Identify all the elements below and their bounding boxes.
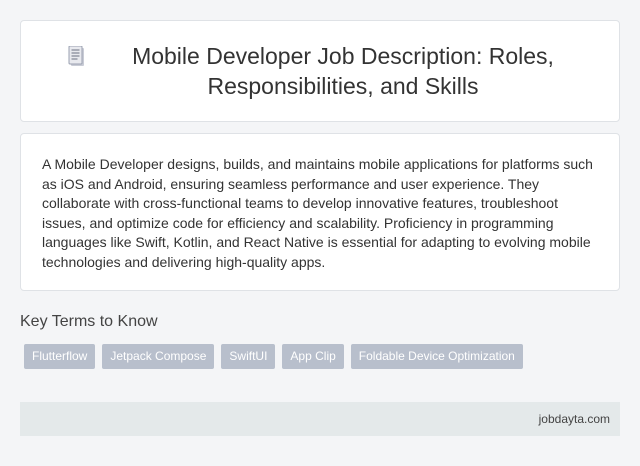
page: Mobile Developer Job Description: Roles,… <box>0 0 640 466</box>
document-icon <box>68 46 84 66</box>
tag-app-clip[interactable]: App Clip <box>282 344 344 369</box>
title-card: Mobile Developer Job Description: Roles,… <box>20 20 620 122</box>
key-terms-tags: Flutterflow Jetpack Compose SwiftUI App … <box>24 344 523 369</box>
tag-foldable-device-optimization[interactable]: Foldable Device Optimization <box>350 344 523 369</box>
footer: jobdayta.com <box>20 402 620 436</box>
tag-flutterflow[interactable]: Flutterflow <box>24 344 96 369</box>
key-terms-heading: Key Terms to Know <box>20 313 158 330</box>
footer-site-link[interactable]: jobdayta.com <box>539 412 610 426</box>
page-title: Mobile Developer Job Description: Roles,… <box>132 43 554 99</box>
title-wrap: Mobile Developer Job Description: Roles,… <box>67 41 573 101</box>
description-card: A Mobile Developer designs, builds, and … <box>20 133 620 291</box>
description-text: A Mobile Developer designs, builds, and … <box>42 156 593 270</box>
tag-swiftui[interactable]: SwiftUI <box>221 344 276 369</box>
tag-jetpack-compose[interactable]: Jetpack Compose <box>102 344 215 369</box>
